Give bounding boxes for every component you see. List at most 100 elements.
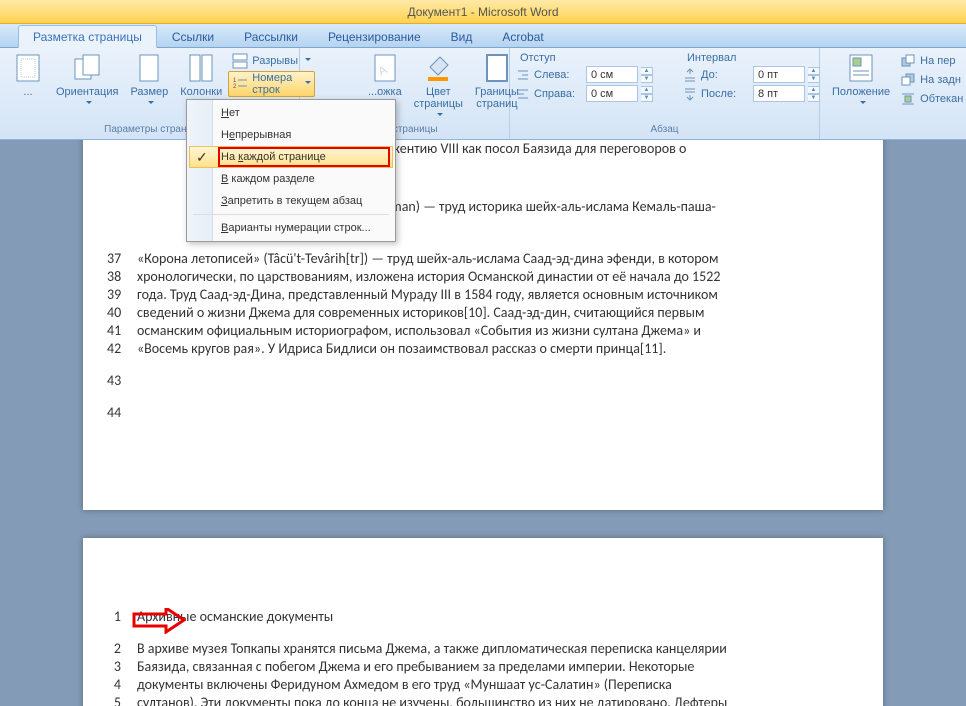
bring-front-icon (900, 53, 916, 69)
window-titlebar: Документ1 - Microsoft Word (0, 0, 966, 24)
line-number: 37 (107, 250, 137, 268)
ribbon: ... Ориентация Размер Колонки (0, 48, 966, 140)
tab-mailings[interactable]: Рассылки (229, 25, 313, 47)
paint-bucket-icon (422, 52, 454, 84)
chevron-down-icon (857, 98, 866, 110)
breaks-label: Разрывы (252, 55, 298, 67)
margins-icon (12, 52, 44, 84)
tab-links[interactable]: Ссылки (157, 25, 229, 47)
fields-label: ... (23, 86, 32, 98)
page-borders-icon (481, 52, 513, 84)
doc-text: «Корона летописей» (Tâcü't-Tevârih[tr]) … (137, 250, 853, 268)
columns-label: Колонки (180, 86, 222, 98)
send-back-label: На задн (920, 74, 961, 86)
line-number: 3 (107, 658, 137, 676)
indent-left-icon (516, 68, 530, 82)
document-page-2[interactable]: 1Архивные османские документы2В архиве м… (83, 538, 883, 706)
line-number: 2 (107, 640, 137, 658)
line-numbers-label: Номера строк (252, 72, 298, 96)
doc-text: Баязида, связанная с побегом Джема и его… (137, 658, 853, 676)
send-back-icon (900, 72, 916, 88)
line-number: 42 (107, 340, 137, 358)
line-number: 5 (107, 694, 137, 706)
doc-text: документы включены Феридуном Ахмедом в е… (137, 676, 853, 694)
send-back-button[interactable]: На задн (896, 71, 966, 89)
text-wrap-label: Обтекан (920, 93, 963, 105)
orientation-icon (71, 52, 103, 84)
line-number: 40 (107, 304, 137, 322)
menu-item-each-page[interactable]: ✓ На каждой странице (189, 146, 393, 168)
chevron-down-icon (83, 98, 92, 110)
orientation-button[interactable]: Ориентация (50, 50, 124, 112)
menu-item-each-section[interactable]: В каждом разделе (189, 168, 393, 190)
fields-button[interactable]: ... (6, 50, 50, 112)
indent-right-icon (516, 87, 530, 101)
breaks-icon (232, 53, 248, 69)
size-button[interactable]: Размер (124, 50, 174, 112)
position-button[interactable]: Положение (826, 50, 896, 112)
spacing-after-label: После: (701, 88, 749, 100)
text-wrap-icon (900, 91, 916, 107)
watermark-icon: A (369, 52, 401, 84)
chevron-down-icon (145, 98, 154, 110)
line-numbers-icon: 12 (232, 76, 248, 92)
spacing-before-label: До: (701, 69, 749, 81)
paragraph-group-label: Абзац (516, 124, 813, 137)
doc-text: султанов). Эти документы пока до конца н… (137, 694, 853, 706)
doc-text (137, 372, 853, 390)
spacing-after-spinner[interactable]: ▲▼ (808, 86, 820, 101)
doc-text: В архиве музея Топкапы хранятся письма Д… (137, 640, 853, 658)
indent-left-input[interactable]: 0 см (586, 66, 638, 83)
spacing-after-icon (683, 87, 697, 101)
tab-review[interactable]: Рецензирование (313, 25, 436, 47)
columns-icon (185, 52, 217, 84)
tab-page-layout[interactable]: Разметка страницы (18, 25, 157, 48)
window-title: Документ1 - Microsoft Word (407, 5, 558, 19)
indent-title: Отступ (516, 52, 653, 64)
menu-item-options[interactable]: Варианты нумерации строк... (189, 217, 393, 239)
menu-item-none[interactable]: Нет (189, 102, 393, 124)
chevron-down-icon (434, 110, 443, 122)
size-label: Размер (130, 86, 168, 98)
indent-left-spinner[interactable]: ▲▼ (641, 67, 653, 82)
line-number: 41 (107, 322, 137, 340)
bring-front-button[interactable]: На пер (896, 52, 966, 70)
doc-text: Архивные османские документы (137, 608, 853, 626)
document-area: к папе Иннокентию VIII как посол Баязида… (0, 140, 966, 706)
position-label: Положение (832, 86, 890, 98)
spacing-before-spinner[interactable]: ▲▼ (808, 67, 820, 82)
indent-left-label: Слева: (534, 69, 582, 81)
line-number: 43 (107, 372, 137, 390)
menu-item-suppress[interactable]: Запретить в текущем абзац (189, 190, 393, 212)
doc-text: сведений о жизни Джема для современных и… (137, 304, 853, 322)
orientation-label: Ориентация (56, 86, 118, 98)
doc-text: года. Труд Саад-эд-Дина, представленный … (137, 286, 853, 304)
tab-view[interactable]: Вид (436, 25, 488, 47)
doc-text: османским официальным историографом, исп… (137, 322, 853, 340)
page-color-button[interactable]: Цвет страницы (408, 50, 469, 124)
spacing-title: Интервал (683, 52, 820, 64)
indent-right-label: Справа: (534, 88, 582, 100)
line-number: 38 (107, 268, 137, 286)
line-number: 4 (107, 676, 137, 694)
ribbon-tabs: Разметка страницы Ссылки Рассылки Реценз… (0, 24, 966, 48)
spacing-after-input[interactable]: 8 пт (753, 85, 805, 102)
bring-front-label: На пер (920, 55, 955, 67)
page-size-icon (133, 52, 165, 84)
menu-item-continuous[interactable]: Непрерывная (189, 124, 393, 146)
position-icon (845, 52, 877, 84)
line-number: 44 (107, 404, 137, 422)
page-color-label: Цвет страницы (414, 86, 463, 110)
tab-acrobat[interactable]: Acrobat (487, 25, 558, 47)
menu-separator (193, 214, 389, 215)
spacing-before-input[interactable]: 0 пт (753, 66, 805, 83)
red-highlight-box (218, 147, 390, 167)
text-wrap-button[interactable]: Обтекан (896, 90, 966, 108)
spacing-before-icon (683, 68, 697, 82)
doc-text: хронологически, по царствованиям, изложе… (137, 268, 853, 286)
indent-right-spinner[interactable]: ▲▼ (641, 86, 653, 101)
watermark-label: ...ожка (368, 86, 402, 98)
indent-right-input[interactable]: 0 см (586, 85, 638, 102)
red-arrow-annotation (132, 608, 186, 634)
svg-text:2: 2 (233, 84, 237, 90)
